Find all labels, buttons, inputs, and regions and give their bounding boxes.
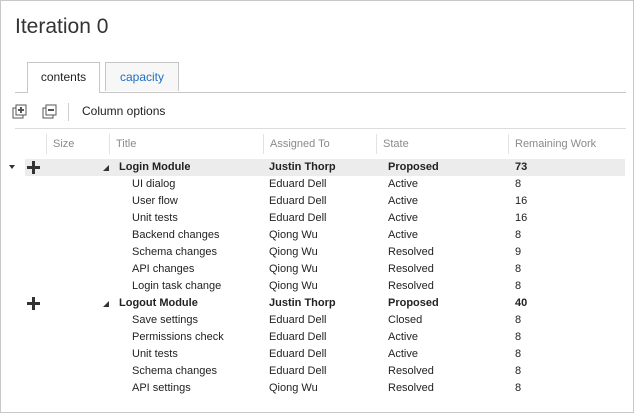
cell-state[interactable]: Closed: [388, 312, 422, 329]
cell-assigned-to[interactable]: Eduard Dell: [269, 193, 326, 210]
cell-title[interactable]: Backend changes: [132, 227, 219, 244]
table-row[interactable]: User flow Eduard Dell Active 16: [1, 193, 634, 210]
cell-title[interactable]: API settings: [132, 380, 191, 397]
cell-state[interactable]: Resolved: [388, 363, 434, 380]
cell-state[interactable]: Resolved: [388, 278, 434, 295]
column-header-title[interactable]: Title: [109, 134, 263, 154]
cell-state[interactable]: Resolved: [388, 261, 434, 278]
table-row[interactable]: API changes Qiong Wu Resolved 8: [1, 261, 634, 278]
cell-title[interactable]: Unit tests: [132, 210, 178, 227]
cell-state[interactable]: Active: [388, 227, 418, 244]
table-row[interactable]: API settings Qiong Wu Resolved 8: [1, 380, 634, 397]
cell-title[interactable]: API changes: [132, 261, 194, 278]
cell-remaining-work[interactable]: 73: [515, 159, 527, 176]
cell-assigned-to[interactable]: Qiong Wu: [269, 380, 318, 397]
add-child-icon[interactable]: [27, 161, 40, 174]
cell-title[interactable]: Schema changes: [132, 244, 217, 261]
cell-remaining-work[interactable]: 9: [515, 244, 521, 261]
cell-remaining-work[interactable]: 8: [515, 227, 521, 244]
cell-remaining-work[interactable]: 8: [515, 329, 521, 346]
grid-header: Size Title Assigned To State Remaining W…: [1, 134, 634, 154]
cell-assigned-to[interactable]: Justin Thorp: [269, 295, 336, 312]
column-header-remaining-work[interactable]: Remaining Work: [508, 134, 626, 154]
table-row[interactable]: Unit tests Eduard Dell Active 16: [1, 210, 634, 227]
table-row[interactable]: UI dialog Eduard Dell Active 8: [1, 176, 634, 193]
cell-remaining-work[interactable]: 8: [515, 312, 521, 329]
column-header-size[interactable]: Size: [46, 134, 106, 154]
cell-state[interactable]: Active: [388, 176, 418, 193]
row-menu-arrow-icon[interactable]: [9, 165, 15, 169]
cell-assigned-to[interactable]: Eduard Dell: [269, 210, 326, 227]
cell-assigned-to[interactable]: Eduard Dell: [269, 176, 326, 193]
cell-assigned-to[interactable]: Qiong Wu: [269, 227, 318, 244]
cell-state[interactable]: Active: [388, 329, 418, 346]
add-child-icon[interactable]: [27, 297, 40, 310]
cell-title[interactable]: Login Module: [119, 159, 190, 176]
cell-remaining-work[interactable]: 16: [515, 193, 527, 210]
table-row[interactable]: Schema changes Eduard Dell Resolved 8: [1, 363, 634, 380]
cell-title[interactable]: Schema changes: [132, 363, 217, 380]
tab-divider: [15, 92, 626, 93]
table-row[interactable]: Save settings Eduard Dell Closed 8: [1, 312, 634, 329]
cell-title[interactable]: Login task change: [132, 278, 221, 295]
cell-assigned-to[interactable]: Qiong Wu: [269, 261, 318, 278]
collapse-icon[interactable]: [103, 301, 109, 307]
cell-remaining-work[interactable]: 8: [515, 380, 521, 397]
cell-state[interactable]: Active: [388, 346, 418, 363]
cell-state[interactable]: Active: [388, 210, 418, 227]
column-header-assigned-to[interactable]: Assigned To: [263, 134, 376, 154]
table-row[interactable]: Permissions check Eduard Dell Active 8: [1, 329, 634, 346]
cell-assigned-to[interactable]: Qiong Wu: [269, 278, 318, 295]
page-title: Iteration 0: [15, 15, 109, 38]
collapse-all-icon[interactable]: [42, 104, 58, 120]
cell-remaining-work[interactable]: 8: [515, 176, 521, 193]
cell-assigned-to[interactable]: Qiong Wu: [269, 244, 318, 261]
cell-assigned-to[interactable]: Justin Thorp: [269, 159, 336, 176]
cell-state[interactable]: Proposed: [388, 159, 439, 176]
column-options-button[interactable]: Column options: [82, 104, 165, 118]
cell-state[interactable]: Resolved: [388, 380, 434, 397]
cell-title[interactable]: Logout Module: [119, 295, 198, 312]
table-row[interactable]: Logout Module Justin Thorp Proposed 40: [1, 295, 634, 312]
cell-remaining-work[interactable]: 8: [515, 346, 521, 363]
cell-assigned-to[interactable]: Eduard Dell: [269, 312, 326, 329]
cell-title[interactable]: Save settings: [132, 312, 198, 329]
cell-remaining-work[interactable]: 40: [515, 295, 527, 312]
cell-remaining-work[interactable]: 8: [515, 363, 521, 380]
cell-assigned-to[interactable]: Eduard Dell: [269, 329, 326, 346]
iteration-panel: Iteration 0 contents capacity Column opt…: [0, 0, 634, 413]
tab-contents[interactable]: contents: [27, 62, 100, 93]
expand-all-icon[interactable]: [12, 104, 28, 120]
table-row[interactable]: Login Module Justin Thorp Proposed 73: [1, 159, 634, 176]
cell-remaining-work[interactable]: 16: [515, 210, 527, 227]
grid-top-border: [15, 128, 626, 129]
table-row[interactable]: Schema changes Qiong Wu Resolved 9: [1, 244, 634, 261]
cell-state[interactable]: Proposed: [388, 295, 439, 312]
collapse-icon[interactable]: [103, 165, 109, 171]
cell-assigned-to[interactable]: Eduard Dell: [269, 346, 326, 363]
column-header-state[interactable]: State: [376, 134, 508, 154]
tab-capacity[interactable]: capacity: [105, 62, 179, 91]
cell-title[interactable]: Permissions check: [132, 329, 224, 346]
cell-state[interactable]: Resolved: [388, 244, 434, 261]
cell-remaining-work[interactable]: 8: [515, 278, 521, 295]
cell-title[interactable]: Unit tests: [132, 346, 178, 363]
cell-state[interactable]: Active: [388, 193, 418, 210]
toolbar-separator: [68, 103, 69, 121]
table-row[interactable]: Login task change Qiong Wu Resolved 8: [1, 278, 634, 295]
table-row[interactable]: Unit tests Eduard Dell Active 8: [1, 346, 634, 363]
cell-title[interactable]: UI dialog: [132, 176, 175, 193]
cell-assigned-to[interactable]: Eduard Dell: [269, 363, 326, 380]
cell-title[interactable]: User flow: [132, 193, 178, 210]
table-row[interactable]: Backend changes Qiong Wu Active 8: [1, 227, 634, 244]
cell-remaining-work[interactable]: 8: [515, 261, 521, 278]
